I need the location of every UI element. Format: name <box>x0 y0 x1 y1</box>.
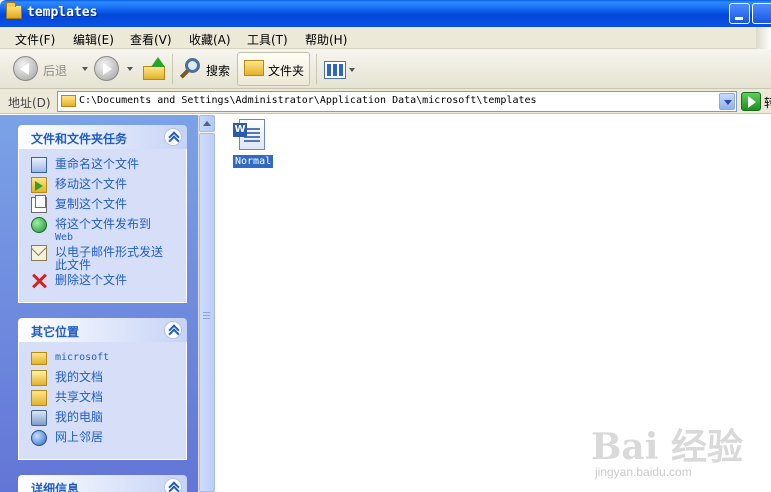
collapse-icon[interactable] <box>164 478 182 492</box>
task-pane: 文件和文件夹任务 重命名这个文件 移动这个文件 复制这个文件 将这个文件发布到 … <box>0 115 198 492</box>
views-icon[interactable] <box>324 61 346 79</box>
menu-tools[interactable]: 工具(T) <box>247 31 288 48</box>
menu-file[interactable]: 文件(F) <box>15 31 55 48</box>
back-button-label[interactable]: 后退 <box>43 62 67 79</box>
folder-icon <box>6 2 22 19</box>
task-pane-scrollbar[interactable] <box>198 115 215 492</box>
task-label[interactable]: 删除这个文件 <box>55 274 195 287</box>
forward-dropdown-icon[interactable] <box>127 67 133 71</box>
back-dropdown-icon[interactable] <box>82 67 88 71</box>
move-icon <box>31 177 47 193</box>
other-places-panel: 其它位置 microsoft 我的文档 共享文档 我的电脑 网上邻居 <box>18 318 187 460</box>
folders-icon[interactable] <box>244 60 264 76</box>
place-label[interactable]: microsoft <box>55 351 195 364</box>
panel-header[interactable]: 其它位置 <box>18 318 187 342</box>
forward-icon[interactable] <box>94 56 119 81</box>
email-icon <box>31 245 47 261</box>
word-logo-icon: W <box>233 123 247 137</box>
my-documents-icon <box>31 370 47 386</box>
place-label[interactable]: 共享文档 <box>55 391 195 404</box>
windows-logo-strip <box>756 27 771 49</box>
baidu-jingyan-watermark: Bai 经验 jingyan.baidu.com <box>591 410 766 486</box>
menu-bar: 文件(F) 编辑(E) 查看(V) 收藏(A) 工具(T) 帮助(H) <box>0 27 771 49</box>
task-label[interactable]: 移动这个文件 <box>55 178 195 191</box>
address-dropdown-icon[interactable] <box>719 93 735 110</box>
delete-icon <box>31 273 47 289</box>
menu-edit[interactable]: 编辑(E) <box>73 31 114 48</box>
folders-button-label[interactable]: 文件夹 <box>268 62 304 79</box>
task-label-line2[interactable]: 此文件 <box>55 259 195 272</box>
title-bar[interactable]: templates <box>0 0 771 27</box>
network-icon <box>31 430 47 446</box>
up-folder-icon[interactable] <box>143 57 167 81</box>
maximize-button[interactable] <box>752 3 771 24</box>
rename-icon <box>31 157 47 173</box>
task-label[interactable]: 重命名这个文件 <box>55 158 195 171</box>
address-bar: 地址(D) C:\Documents and Settings\Administ… <box>0 89 771 114</box>
scroll-grip-icon <box>203 312 210 321</box>
panel-header[interactable]: 详细信息 <box>18 475 187 492</box>
copy-icon <box>31 195 47 213</box>
panel-title[interactable]: 文件和文件夹任务 <box>31 130 127 147</box>
address-value[interactable]: C:\Documents and Settings\Administrator\… <box>79 95 537 106</box>
task-label[interactable]: 复制这个文件 <box>55 198 195 211</box>
file-tasks-panel: 文件和文件夹任务 重命名这个文件 移动这个文件 复制这个文件 将这个文件发布到 … <box>18 125 187 303</box>
watermark-url: jingyan.baidu.com <box>595 465 692 479</box>
go-arrow-icon[interactable] <box>741 92 761 111</box>
folder-icon <box>31 352 47 365</box>
task-label-line2[interactable]: Web <box>55 231 195 244</box>
address-input[interactable]: C:\Documents and Settings\Administrator\… <box>57 91 737 112</box>
panel-header[interactable]: 文件和文件夹任务 <box>18 125 187 149</box>
place-label[interactable]: 网上邻居 <box>55 431 195 444</box>
window-title: templates <box>27 5 98 20</box>
shared-documents-icon <box>31 390 47 406</box>
address-label: 地址(D) <box>8 96 51 110</box>
watermark-logo: Bai 经验 <box>591 426 743 468</box>
file-item-normal[interactable]: W Normal <box>231 119 275 169</box>
collapse-icon[interactable] <box>164 128 182 146</box>
panel-body: microsoft 我的文档 共享文档 我的电脑 网上邻居 <box>18 342 187 460</box>
menu-help[interactable]: 帮助(H) <box>305 31 347 48</box>
panel-body: 重命名这个文件 移动这个文件 复制这个文件 将这个文件发布到 Web 以电子邮件… <box>18 149 187 303</box>
my-computer-icon <box>31 410 47 426</box>
search-icon[interactable] <box>179 57 203 81</box>
place-label[interactable]: 我的文档 <box>55 371 195 384</box>
toolbar-separator <box>172 54 173 84</box>
views-dropdown-icon[interactable] <box>349 68 355 72</box>
go-button-label[interactable]: 转 <box>764 94 771 111</box>
publish-web-icon <box>31 217 47 233</box>
folder-icon <box>61 95 76 107</box>
collapse-icon[interactable] <box>164 321 182 339</box>
task-label[interactable]: 将这个文件发布到 <box>55 218 195 231</box>
place-label[interactable]: 我的电脑 <box>55 411 195 424</box>
back-icon[interactable] <box>13 56 38 81</box>
minimize-button[interactable] <box>729 3 750 24</box>
toolbar-separator <box>316 54 317 84</box>
menu-view[interactable]: 查看(V) <box>130 31 172 48</box>
file-name-label[interactable]: Normal <box>231 154 275 169</box>
menu-favorites[interactable]: 收藏(A) <box>189 31 231 48</box>
details-panel: 详细信息 <box>18 475 187 492</box>
scroll-up-icon[interactable] <box>199 115 215 132</box>
search-button-label[interactable]: 搜索 <box>206 62 230 79</box>
panel-title[interactable]: 其它位置 <box>31 323 79 340</box>
panel-title[interactable]: 详细信息 <box>31 480 79 492</box>
